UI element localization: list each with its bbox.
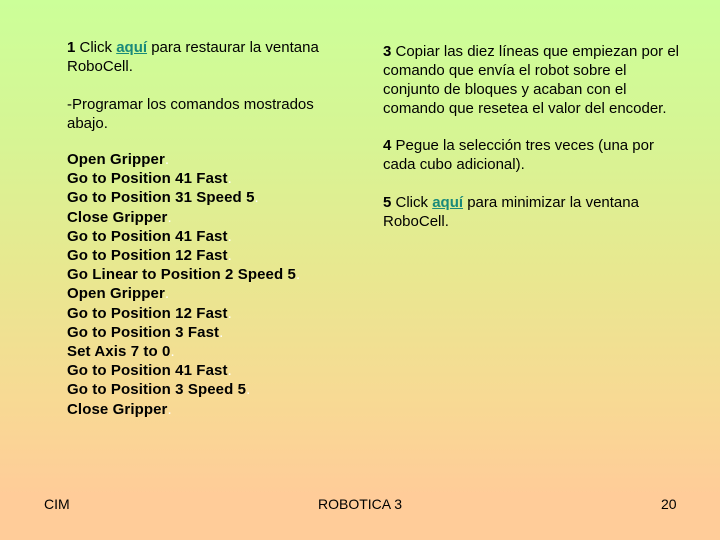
- command-text: Open Gripper: [67, 285, 165, 303]
- command-terminator: .: [246, 381, 251, 399]
- command-text: Go to Position 41 Fast: [67, 227, 228, 245]
- command-text: Close Gripper: [67, 208, 168, 226]
- command-text: Go to Position 3 Speed 5: [67, 381, 247, 399]
- minimize-robocell-link[interactable]: aquí: [432, 194, 463, 211]
- command-line: Go to Position 12 Fast.: [67, 246, 300, 265]
- footer-left-label: CIM: [44, 496, 70, 512]
- step-5: 5 Click aquí para minimizar la ventana R…: [383, 193, 683, 231]
- command-terminator: .: [254, 189, 259, 207]
- step-5-text-before: Click: [391, 194, 433, 211]
- command-terminator: .: [164, 151, 170, 168]
- command-text: Close Gripper: [67, 400, 168, 418]
- command-terminator: .: [227, 227, 232, 245]
- step-4: 4 Pegue la selección tres veces (una por…: [383, 136, 683, 174]
- slide: 1 Click aquí para restaurar la ventana R…: [0, 0, 720, 540]
- command-line: Go to Position 3 Speed 5.: [67, 380, 300, 399]
- command-terminator: .: [227, 170, 232, 188]
- command-terminator: .: [170, 343, 175, 361]
- command-terminator: .: [167, 208, 172, 226]
- step-4-text: Pegue la selección tres veces (una por c…: [383, 137, 654, 173]
- command-terminator: .: [227, 362, 232, 380]
- command-text: Go to Position 3 Fast: [67, 323, 220, 341]
- footer-course-title: ROBOTICA 3: [318, 496, 403, 512]
- right-column: 3 Copiar las diez líneas que empiezan po…: [383, 42, 683, 231]
- command-terminator: .: [167, 400, 172, 418]
- command-terminator: .: [227, 304, 232, 322]
- command-line: Open Gripper.: [67, 150, 300, 169]
- command-text: Go to Position 31 Speed 5: [67, 189, 255, 207]
- command-text: Go to Position 12 Fast: [67, 247, 228, 265]
- command-line: Set Axis 7 to 0.: [67, 342, 300, 361]
- command-terminator: .: [164, 285, 170, 303]
- command-terminator: .: [295, 266, 301, 284]
- step-1-text-before: Click: [75, 39, 117, 56]
- step-1: 1 Click aquí para restaurar la ventana R…: [67, 38, 357, 76]
- restore-robocell-link[interactable]: aquí: [116, 39, 147, 56]
- command-line: Close Gripper.: [67, 208, 300, 227]
- slide-number: 20: [661, 496, 677, 512]
- command-line: Go to Position 12 Fast.: [67, 304, 300, 323]
- command-list: Open Gripper. Go to Position 41 Fast. Go t…: [67, 150, 300, 419]
- command-line: Open Gripper.: [67, 284, 300, 303]
- command-text: Set Axis 7 to 0: [67, 343, 171, 361]
- command-text: Go to Position 41 Fast: [67, 362, 228, 380]
- step-3: 3 Copiar las diez líneas que empiezan po…: [383, 42, 683, 118]
- command-text: Open Gripper: [67, 151, 165, 168]
- command-line: Go to Position 41 Fast.: [67, 169, 300, 188]
- command-line: Go to Position 41 Fast.: [67, 227, 300, 246]
- step-3-text: Copiar las diez líneas que empiezan por …: [383, 43, 680, 117]
- command-line: Close Gripper.: [67, 400, 300, 419]
- command-line: Go Linear to Position 2 Speed 5.: [67, 265, 300, 284]
- program-instruction: -Programar los comandos mostrados abajo.: [67, 96, 314, 132]
- command-text: Go to Position 12 Fast: [67, 304, 228, 322]
- command-text: Go to Position 41 Fast: [67, 170, 228, 188]
- command-text: Go Linear to Position 2 Speed 5: [67, 266, 296, 284]
- command-line: Go to Position 41 Fast.: [67, 361, 300, 380]
- left-column: 1 Click aquí para restaurar la ventana R…: [67, 38, 357, 133]
- command-terminator: .: [219, 323, 224, 341]
- command-line: Go to Position 3 Fast.: [67, 323, 300, 342]
- command-terminator: .: [227, 247, 232, 265]
- command-line: Go to Position 31 Speed 5.: [67, 188, 300, 207]
